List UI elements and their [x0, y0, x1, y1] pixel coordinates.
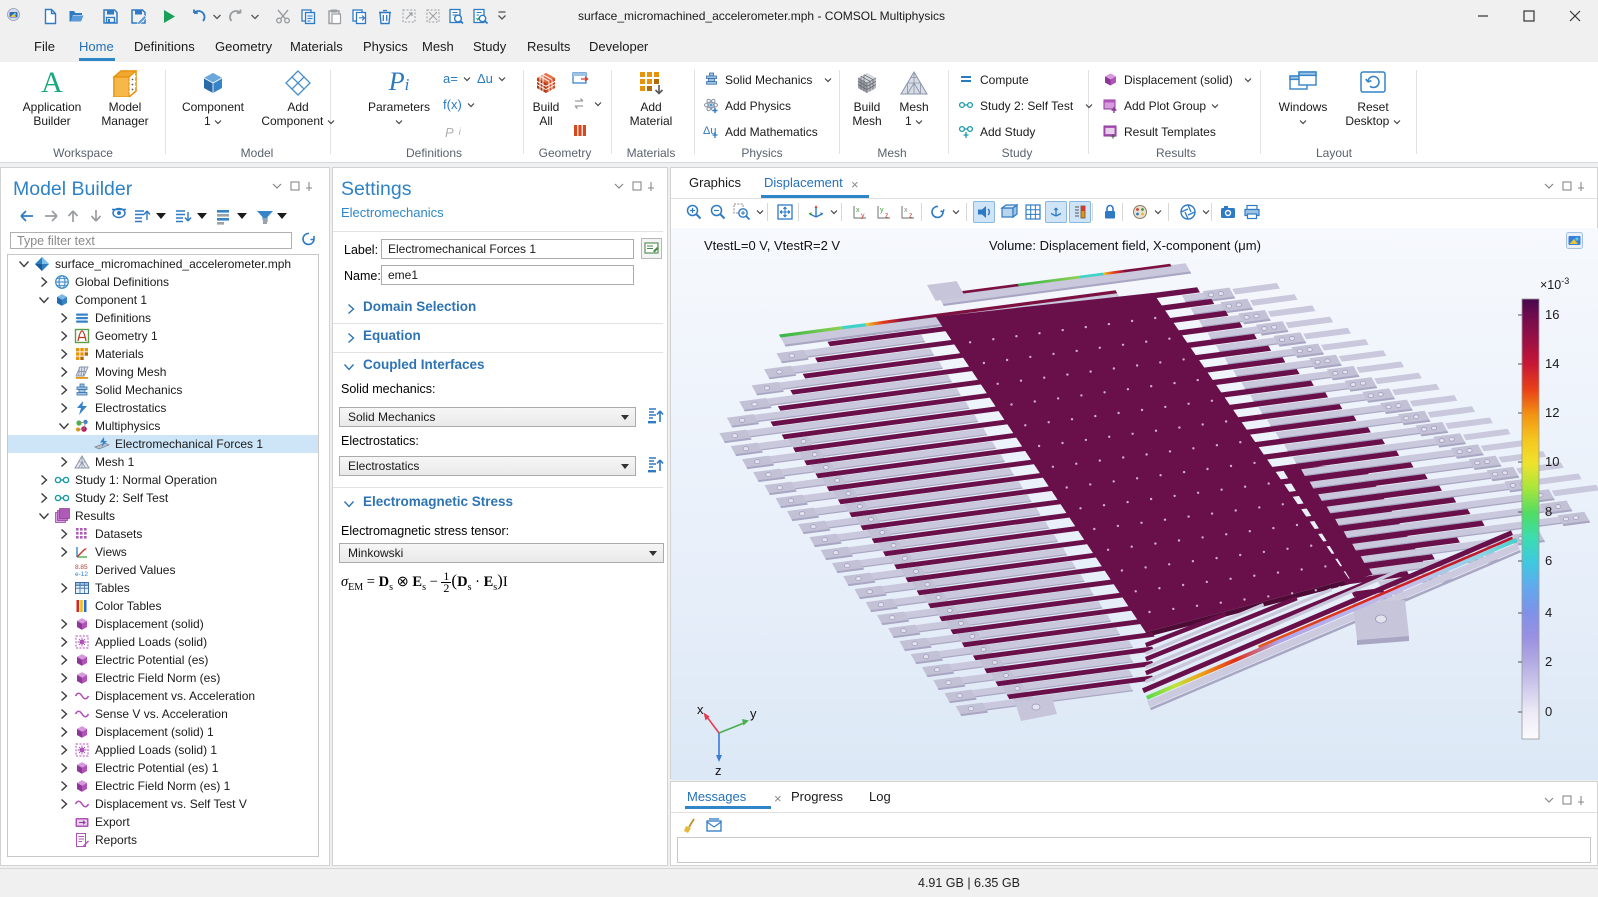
svg-text:4: 4: [1545, 605, 1552, 620]
svg-text:x: x: [697, 702, 704, 717]
svg-text:z: z: [909, 213, 913, 220]
svg-text:16: 16: [1545, 307, 1559, 322]
svg-text:x: x: [904, 207, 908, 214]
svg-text:10: 10: [1545, 454, 1559, 469]
svg-text:2: 2: [1545, 654, 1552, 669]
svg-text:x: x: [856, 207, 860, 214]
svg-text:y: y: [861, 213, 865, 220]
svg-text:12: 12: [1545, 405, 1559, 420]
svg-text:e-12: e-12: [75, 571, 88, 578]
svg-text:8: 8: [1545, 504, 1552, 519]
svg-text:y: y: [880, 207, 884, 214]
svg-text:z: z: [885, 213, 889, 220]
svg-text:z: z: [715, 763, 722, 778]
svg-text:6: 6: [1545, 553, 1552, 568]
svg-text:0: 0: [1545, 704, 1552, 719]
svg-text:8.85: 8.85: [75, 564, 88, 571]
svg-text:14: 14: [1545, 356, 1559, 371]
svg-text:y: y: [750, 706, 757, 721]
